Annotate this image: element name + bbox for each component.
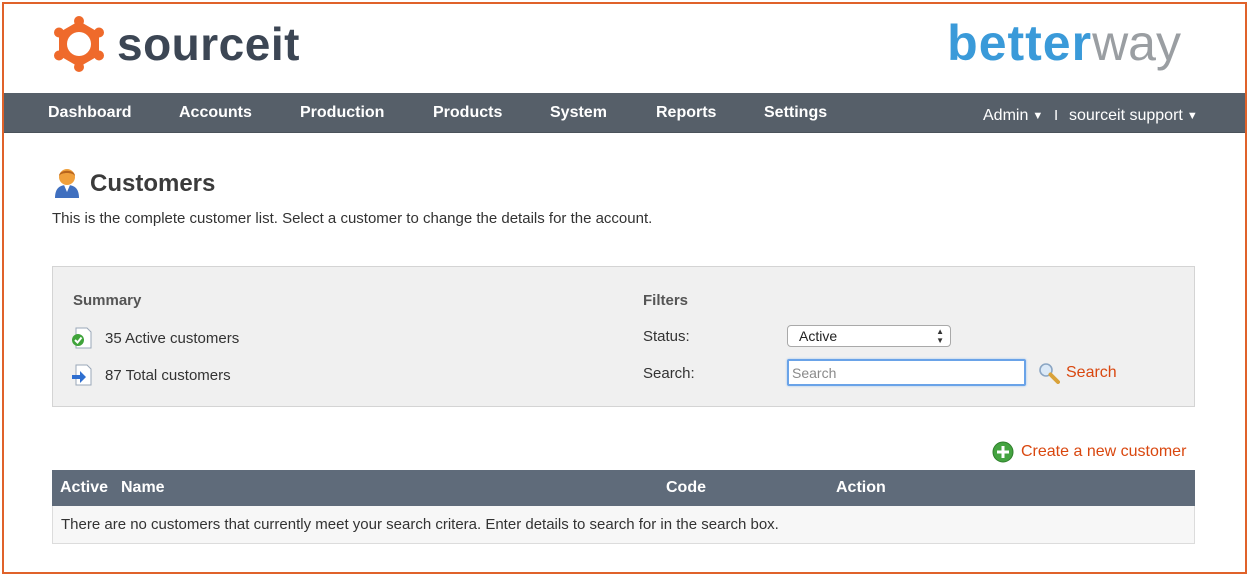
status-select-value: Active (799, 328, 838, 344)
total-customers-count: 87 Total customers (105, 366, 231, 384)
support-menu-label: sourceit support (1069, 107, 1183, 124)
main-nav: Dashboard Accounts Production Products S… (4, 93, 1245, 133)
betterway-logo: betterway (947, 12, 1181, 74)
create-customer-label: Create a new customer (1021, 443, 1187, 460)
arrow-document-icon (72, 364, 92, 386)
empty-table-message: There are no customers that currently me… (52, 506, 1195, 544)
active-customers-count: 35 Active customers (105, 329, 240, 347)
nav-accounts[interactable]: Accounts (179, 93, 252, 133)
plus-circle-icon (992, 441, 1014, 463)
column-header-active[interactable]: Active (60, 470, 108, 506)
chevron-down-icon: ▼ (1186, 110, 1198, 122)
page-title: Customers (90, 170, 216, 197)
sourceit-gear-logo-icon (54, 16, 104, 72)
check-document-icon (72, 327, 92, 349)
chevron-down-icon: ▼ (1032, 110, 1044, 122)
search-label: Search: (643, 365, 695, 382)
support-menu[interactable]: sourceit support ▼ (1069, 93, 1198, 133)
nav-products[interactable]: Products (433, 93, 502, 133)
page-description: This is the complete customer list. Sele… (52, 210, 653, 227)
customer-person-icon (55, 169, 79, 198)
active-customers-summary: 35 Active customers (71, 327, 239, 349)
sourceit-logo[interactable]: sourceit (51, 14, 300, 74)
magnifier-icon (1039, 363, 1060, 384)
nav-dashboard[interactable]: Dashboard (48, 93, 132, 133)
brand-right-part2: way (1092, 15, 1181, 71)
nav-system[interactable]: System (550, 93, 607, 133)
brand-right-part1: better (947, 15, 1093, 71)
summary-filter-panel: Summary 35 Active customers 87 Total cus… (52, 266, 1195, 407)
brand-name: sourceit (117, 18, 300, 70)
nav-production[interactable]: Production (300, 93, 384, 133)
summary-heading: Summary (73, 292, 142, 309)
create-customer-link[interactable]: Create a new customer (992, 441, 1186, 463)
select-arrows-icon: ▲ ▼ (936, 327, 944, 345)
column-header-action: Action (836, 479, 886, 496)
header: sourceit betterway (4, 4, 1245, 93)
customers-table: Active Name Code Action There are no cus… (52, 470, 1195, 544)
nav-settings[interactable]: Settings (764, 93, 827, 133)
search-button[interactable]: Search (1038, 362, 1117, 384)
status-label: Status: (643, 328, 690, 345)
nav-reports[interactable]: Reports (656, 93, 716, 133)
app-frame: sourceit betterway Dashboard Accounts Pr… (2, 2, 1247, 574)
total-customers-summary: 87 Total customers (71, 364, 231, 386)
nav-separator: I (1054, 107, 1059, 124)
column-header-name[interactable]: Name (121, 470, 165, 506)
admin-menu[interactable]: Admin ▼ (983, 93, 1043, 133)
column-header-code[interactable]: Code (666, 470, 706, 506)
table-header: Active Name Code Action (52, 470, 1195, 506)
status-select[interactable]: Active ▲ ▼ (787, 325, 951, 347)
search-input[interactable] (787, 359, 1026, 386)
filters-heading: Filters (643, 292, 689, 309)
search-button-label: Search (1066, 364, 1117, 381)
admin-menu-label: Admin (983, 107, 1029, 124)
